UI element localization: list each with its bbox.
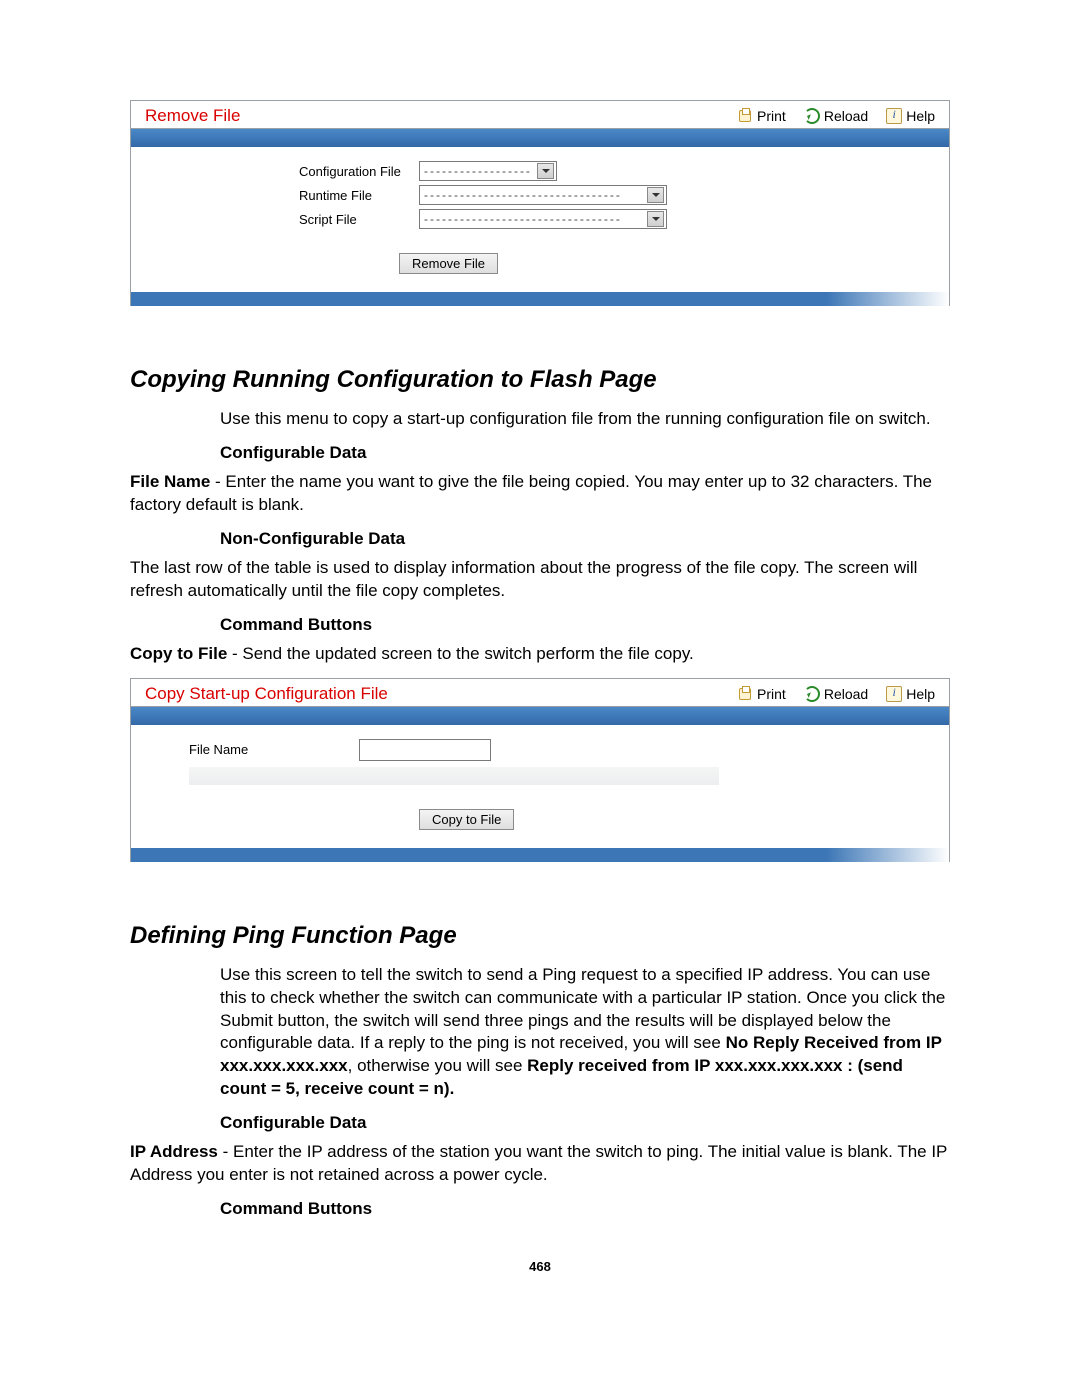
panel-actions: Print Reload Help <box>737 686 935 702</box>
panel-title: Copy Start-up Configuration File <box>145 684 388 704</box>
chevron-down-icon <box>537 163 554 179</box>
printer-icon <box>737 108 753 124</box>
status-strip <box>189 767 719 785</box>
runtime-file-label: Runtime File <box>299 188 419 203</box>
script-file-select[interactable]: --------------------------------- <box>419 209 667 229</box>
print-label: Print <box>757 108 786 124</box>
page-number: 468 <box>130 1259 950 1274</box>
panel-titlebar: Copy Start-up Configuration File Print R… <box>131 679 949 707</box>
label-ipaddress-bold: IP Address <box>130 1142 218 1161</box>
select-value: --------------------------------- <box>424 212 622 226</box>
heading-non-configurable-data: Non-Configurable Data <box>220 529 950 549</box>
heading-configurable-data: Configurable Data <box>220 1113 950 1133</box>
help-label: Help <box>906 108 935 124</box>
text: - Enter the IP address of the station yo… <box>130 1142 947 1184</box>
reload-label: Reload <box>824 686 868 702</box>
panel-body: Configuration File ------------------ Ru… <box>131 147 949 292</box>
section-ping-p1: IP Address - Enter the IP address of the… <box>130 1141 950 1187</box>
heading-configurable-data: Configurable Data <box>220 443 950 463</box>
section-heading-ping: Defining Ping Function Page <box>130 922 950 950</box>
script-file-label: Script File <box>299 212 419 227</box>
select-value: ------------------ <box>424 164 532 178</box>
text: - Enter the name you want to give the fi… <box>130 472 932 514</box>
panel-copy-startup: Copy Start-up Configuration File Print R… <box>130 678 950 862</box>
panel-body: File Name Copy to File <box>131 725 949 848</box>
remove-file-button[interactable]: Remove File <box>399 253 498 274</box>
chevron-down-icon <box>647 211 664 227</box>
chevron-down-icon <box>647 187 664 203</box>
reload-button[interactable]: Reload <box>804 108 868 124</box>
filename-label: File Name <box>189 742 359 757</box>
filename-input[interactable] <box>359 739 491 761</box>
panel-remove-file: Remove File Print Reload Help Configura <box>130 100 950 306</box>
help-icon <box>886 686 902 702</box>
print-button[interactable]: Print <box>737 108 786 124</box>
label-filename-bold: File Name <box>130 472 210 491</box>
blue-divider <box>131 707 949 725</box>
reload-label: Reload <box>824 108 868 124</box>
print-button[interactable]: Print <box>737 686 786 702</box>
section-copy-p2: The last row of the table is used to dis… <box>130 557 950 603</box>
config-file-label: Configuration File <box>299 164 419 179</box>
help-label: Help <box>906 686 935 702</box>
help-icon <box>886 108 902 124</box>
label-copytofile-bold: Copy to File <box>130 644 227 663</box>
text: , otherwise you will see <box>348 1056 528 1075</box>
help-button[interactable]: Help <box>886 686 935 702</box>
heading-command-buttons: Command Buttons <box>220 615 950 635</box>
printer-icon <box>737 686 753 702</box>
heading-command-buttons: Command Buttons <box>220 1199 950 1219</box>
section-copy-p1: File Name - Enter the name you want to g… <box>130 471 950 517</box>
panel-title: Remove File <box>145 106 240 126</box>
section-ping-intro: Use this screen to tell the switch to se… <box>220 964 950 1102</box>
section-copy-p3: Copy to File - Send the updated screen t… <box>130 643 950 666</box>
print-label: Print <box>757 686 786 702</box>
reload-icon <box>804 686 820 702</box>
select-value: --------------------------------- <box>424 188 622 202</box>
reload-button[interactable]: Reload <box>804 686 868 702</box>
text: - Send the updated screen to the switch … <box>227 644 694 663</box>
blue-divider-bottom <box>131 292 949 306</box>
section-copy-intro: Use this menu to copy a start-up configu… <box>220 408 950 431</box>
blue-divider-bottom <box>131 848 949 862</box>
blue-divider <box>131 129 949 147</box>
reload-icon <box>804 108 820 124</box>
panel-titlebar: Remove File Print Reload Help <box>131 101 949 129</box>
copy-to-file-button[interactable]: Copy to File <box>419 809 514 830</box>
panel-actions: Print Reload Help <box>737 108 935 124</box>
runtime-file-select[interactable]: --------------------------------- <box>419 185 667 205</box>
section-heading-copy: Copying Running Configuration to Flash P… <box>130 366 950 394</box>
help-button[interactable]: Help <box>886 108 935 124</box>
config-file-select[interactable]: ------------------ <box>419 161 557 181</box>
